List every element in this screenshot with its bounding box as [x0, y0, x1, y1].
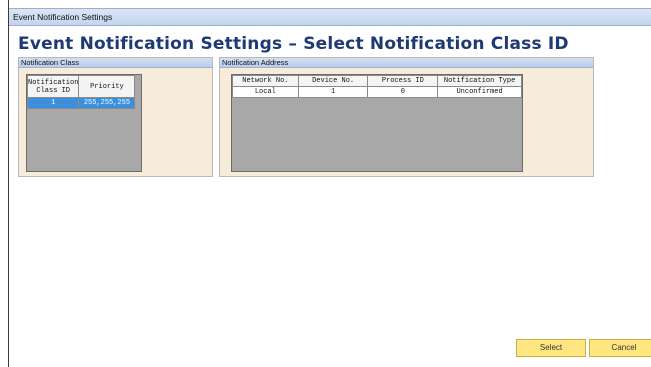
notification-class-grid[interactable]: Notification Class ID Priority 1 255,255… — [26, 74, 142, 172]
notification-address-grid[interactable]: Network No. Device No. Process ID Notifi… — [231, 74, 523, 172]
column-header-priority-label: Priority — [90, 82, 124, 91]
notification-address-row[interactable]: Local 1 0 Unconfirmed — [232, 86, 522, 98]
notification-class-panel-header: Notification Class — [19, 58, 212, 68]
notification-class-row[interactable]: 1 255,255,255 — [26, 97, 136, 109]
page-title: Event Notification Settings – Select Not… — [18, 34, 569, 54]
notification-address-table: Network No. Device No. Process ID Notifi… — [232, 75, 522, 98]
select-button[interactable]: Select — [516, 339, 586, 357]
column-header-network-no[interactable]: Network No. — [232, 75, 299, 87]
event-notification-window: Event Notification Settings Event Notifi… — [8, 0, 651, 367]
cell-process-id[interactable]: 0 — [367, 86, 439, 98]
column-header-class-id[interactable]: Notification Class ID — [26, 75, 80, 98]
column-header-process-id-label: Process ID — [381, 77, 424, 85]
window-title: Event Notification Settings — [13, 12, 113, 22]
cell-priority[interactable]: 255,255,255 — [78, 97, 136, 109]
notification-address-panel-header: Notification Address — [220, 58, 593, 68]
window-titlebar: Event Notification Settings — [9, 8, 651, 26]
notification-class-table: Notification Class ID Priority 1 255,255… — [26, 75, 136, 109]
column-header-process-id[interactable]: Process ID — [367, 75, 439, 87]
cell-device-no[interactable]: 1 — [297, 86, 369, 98]
notification-class-panel: Notification Class Notification Class ID… — [18, 57, 213, 177]
cell-class-id[interactable]: 1 — [26, 97, 80, 109]
column-header-class-id-label: Notification Class ID — [28, 78, 79, 95]
column-header-network-no-label: Network No. — [242, 77, 289, 85]
column-header-priority[interactable]: Priority — [78, 75, 136, 98]
cancel-button[interactable]: Cancel — [589, 339, 651, 357]
column-header-notification-type[interactable]: Notification Type — [437, 75, 522, 87]
cell-network-no[interactable]: Local — [232, 86, 299, 98]
column-header-device-no[interactable]: Device No. — [297, 75, 369, 87]
notification-address-panel: Notification Address Network No. Device … — [219, 57, 594, 177]
column-header-device-no-label: Device No. — [312, 77, 355, 85]
cell-notification-type[interactable]: Unconfirmed — [437, 86, 522, 98]
column-header-notification-type-label: Notification Type — [443, 77, 516, 85]
